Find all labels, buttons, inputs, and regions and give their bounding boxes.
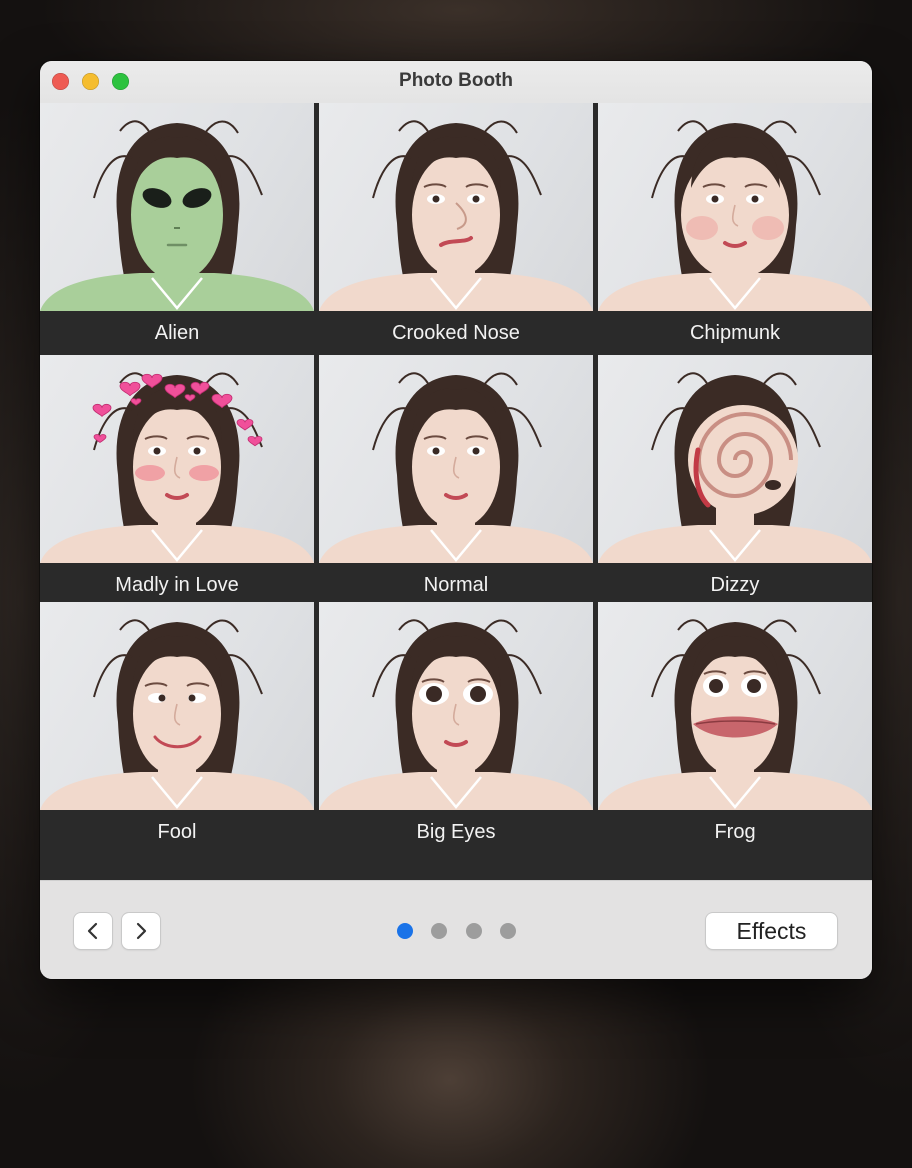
portrait-illustration bbox=[598, 120, 872, 311]
page-dot-4[interactable] bbox=[500, 923, 516, 939]
page-dot-3[interactable] bbox=[466, 923, 482, 939]
effect-preview-chipmunk bbox=[598, 103, 872, 311]
portrait-illustration bbox=[598, 372, 872, 563]
effect-preview-crooked-nose bbox=[319, 103, 593, 311]
portrait-illustration bbox=[319, 120, 593, 311]
effect-tile-frog[interactable]: Frog bbox=[598, 602, 872, 849]
effect-label: Crooked Nose bbox=[319, 311, 593, 350]
portrait-illustration bbox=[319, 372, 593, 563]
portrait-illustration bbox=[40, 120, 314, 311]
portrait-illustration bbox=[40, 372, 314, 563]
effect-label: Chipmunk bbox=[598, 311, 872, 350]
chevron-right-icon bbox=[136, 922, 147, 940]
portrait-illustration bbox=[40, 619, 314, 810]
effect-preview-alien bbox=[40, 103, 314, 311]
effect-tile-chipmunk[interactable]: Chipmunk bbox=[598, 103, 872, 350]
effect-tile-normal[interactable]: Normal bbox=[319, 355, 593, 602]
page-dot-1[interactable] bbox=[397, 923, 413, 939]
effect-label: Frog bbox=[598, 810, 872, 849]
effect-label: Normal bbox=[319, 563, 593, 602]
effects-button[interactable]: Effects bbox=[706, 913, 837, 949]
effect-label: Big Eyes bbox=[319, 810, 593, 849]
effects-grid: Alien Crooked Nose Chipmunk Madly in Lov… bbox=[40, 103, 872, 880]
effect-preview-fool bbox=[40, 602, 314, 810]
portrait-illustration bbox=[319, 619, 593, 810]
effect-tile-dizzy[interactable]: Dizzy bbox=[598, 355, 872, 602]
effect-preview-dizzy bbox=[598, 355, 872, 563]
effect-tile-madly-in-love[interactable]: Madly in Love bbox=[40, 355, 314, 602]
effect-preview-big-eyes bbox=[319, 602, 593, 810]
chevron-left-icon bbox=[87, 922, 98, 940]
portrait-illustration bbox=[598, 619, 872, 810]
effect-label: Madly in Love bbox=[40, 563, 314, 602]
page-dot-2[interactable] bbox=[431, 923, 447, 939]
effect-tile-fool[interactable]: Fool bbox=[40, 602, 314, 849]
next-page-button[interactable] bbox=[122, 913, 160, 949]
effect-preview-madly-in-love bbox=[40, 355, 314, 563]
bottom-toolbar: Effects bbox=[40, 880, 872, 979]
effect-tile-crooked-nose[interactable]: Crooked Nose bbox=[319, 103, 593, 350]
effect-tile-big-eyes[interactable]: Big Eyes bbox=[319, 602, 593, 849]
effect-label: Dizzy bbox=[598, 563, 872, 602]
effect-label: Fool bbox=[40, 810, 314, 849]
effect-preview-frog bbox=[598, 602, 872, 810]
photo-booth-window: Photo Booth Alien Crooked Nose Chipmunk … bbox=[40, 61, 872, 979]
effect-preview-normal bbox=[319, 355, 593, 563]
previous-page-button[interactable] bbox=[74, 913, 112, 949]
title-bar: Photo Booth bbox=[40, 61, 872, 104]
window-title: Photo Booth bbox=[399, 70, 513, 91]
effect-tile-alien[interactable]: Alien bbox=[40, 103, 314, 350]
effect-label: Alien bbox=[40, 311, 314, 350]
